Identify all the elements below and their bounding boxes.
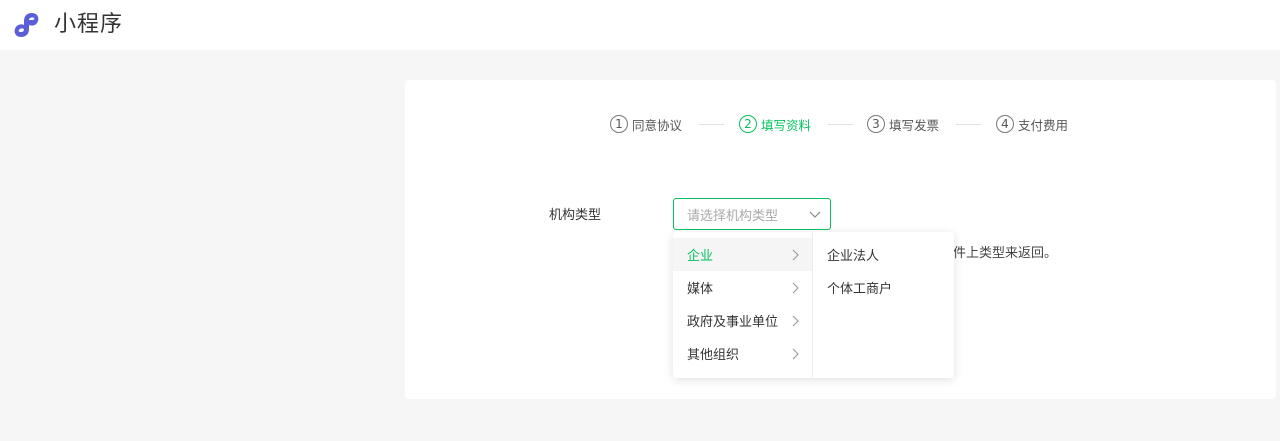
org-type-label: 机构类型: [549, 208, 602, 223]
step-number-1: 1: [610, 115, 628, 133]
category-option-media[interactable]: 媒体: [673, 271, 812, 304]
step-fill-info: 2 填写资料: [739, 113, 811, 135]
app-title: 小程序: [54, 12, 124, 37]
top-bar: 小程序: [0, 0, 1280, 50]
step-label: 支付费用: [1018, 117, 1069, 133]
step-connector: [956, 124, 982, 125]
category-option-other[interactable]: 其他组织: [673, 337, 812, 370]
step-agree-protocol: 1 同意协议: [610, 113, 682, 135]
option-label: 政府及事业单位: [687, 315, 779, 330]
org-type-placeholder: 请选择机构类型: [687, 208, 779, 224]
subtype-list: 企业法人 个体工商户: [813, 232, 954, 378]
category-option-government[interactable]: 政府及事业单位: [673, 304, 812, 337]
option-label: 企业法人: [827, 249, 880, 264]
form-card: 1 同意协议 2 填写资料 3 填写发票 4 支付费用 机构类型 请选择机构类型…: [405, 80, 1276, 399]
step-connector: [828, 124, 854, 125]
org-type-cascader: 企业 媒体 政府及事业单位 其他组织 企业法人 个体工商户: [673, 232, 954, 378]
option-label: 其他组织: [687, 348, 740, 363]
step-label: 填写资料: [761, 117, 812, 133]
option-label: 个体工商户: [827, 282, 893, 297]
category-list: 企业 媒体 政府及事业单位 其他组织: [673, 232, 813, 378]
chevron-right-icon: [792, 282, 799, 294]
subtype-option-individual-business[interactable]: 个体工商户: [813, 271, 954, 304]
step-number-4: 4: [996, 115, 1014, 133]
option-label: 企业: [687, 249, 714, 264]
step-fill-invoice: 3 填写发票: [867, 113, 939, 135]
chevron-right-icon: [792, 315, 799, 327]
category-option-enterprise[interactable]: 企业: [673, 238, 812, 271]
step-number-2: 2: [739, 115, 757, 133]
chevron-right-icon: [792, 348, 799, 360]
org-type-select[interactable]: 请选择机构类型: [673, 198, 831, 230]
step-number-3: 3: [867, 115, 885, 133]
chevron-right-icon: [792, 249, 799, 261]
step-indicator: 1 同意协议 2 填写资料 3 填写发票 4 支付费用: [405, 113, 1276, 135]
subtype-option-legal-person[interactable]: 企业法人: [813, 238, 954, 271]
step-pay-fee: 4 支付费用: [996, 113, 1068, 135]
step-label: 同意协议: [632, 117, 683, 133]
chevron-down-icon: [809, 211, 821, 218]
step-connector: [698, 124, 724, 125]
step-label: 填写发票: [889, 117, 940, 133]
mini-program-logo-icon[interactable]: [12, 10, 46, 40]
option-label: 媒体: [687, 282, 714, 297]
hint-text: 件上类型来返回。: [953, 246, 1058, 261]
